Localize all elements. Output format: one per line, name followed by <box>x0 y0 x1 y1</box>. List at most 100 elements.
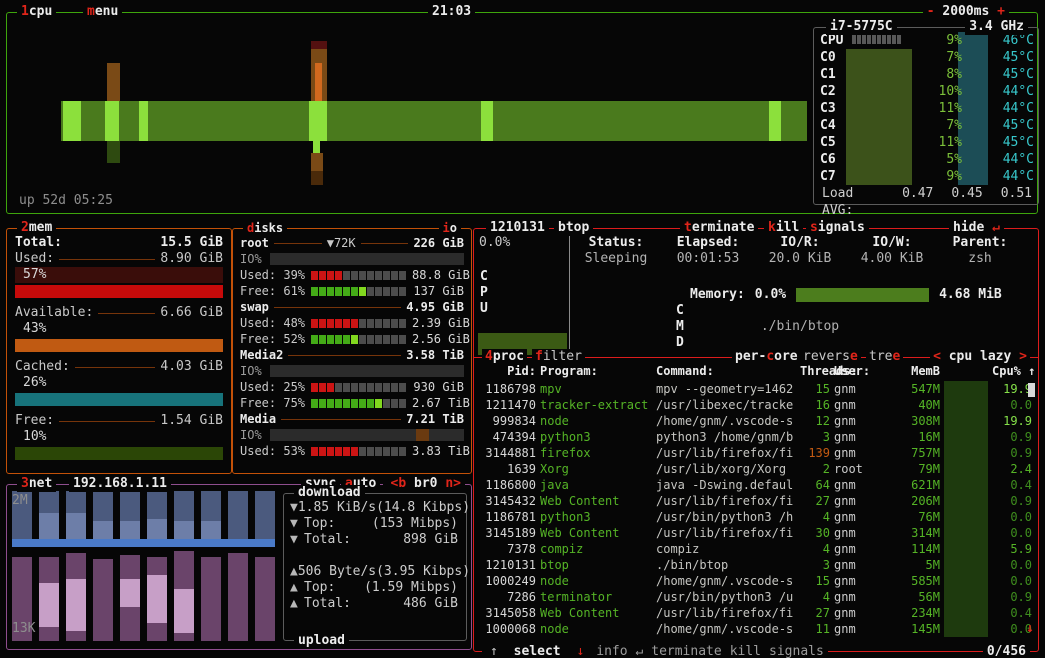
col-pid[interactable]: Pid: <box>478 363 536 379</box>
process-row[interactable]: 1186781python3/usr/bin/python3 /h4gnm76M… <box>474 509 1030 525</box>
process-cpu-graph <box>944 605 988 621</box>
disk-section-header[interactable]: root▼72K226 GiB <box>240 235 464 251</box>
process-command: python3 /home/gnm/b <box>656 429 796 445</box>
cpu-core-row: C47%45°C <box>820 117 1034 134</box>
cpu-graph-segment <box>313 141 320 153</box>
process-user: gnm <box>834 621 880 637</box>
detail-stat-value: zsh <box>938 251 1022 267</box>
col-mem[interactable]: MemB <box>884 363 940 379</box>
disk-meter <box>311 399 406 408</box>
per-core-toggle[interactable]: per-core <box>732 349 801 365</box>
process-row[interactable]: 1000249node/home/gnm/.vscode-s15gnm585M0… <box>474 573 1030 589</box>
process-row[interactable]: 1639Xorg/usr/lib/xorg/Xorg2root79M2.4 <box>474 461 1030 477</box>
process-row[interactable]: 1186800javajava -Dswing.defaul64gnm621M0… <box>474 477 1030 493</box>
net-scale-top: 2M <box>12 493 28 509</box>
download-title: download <box>294 485 365 501</box>
disks-box: disks io root▼72K226 GiBIO%Used: 39%88.8… <box>232 228 472 474</box>
interval-increase-button[interactable]: + <box>997 4 1005 19</box>
tree-toggle[interactable]: tree <box>866 349 903 365</box>
process-command: /usr/bin/python3 /h <box>656 509 796 525</box>
filter-button[interactable]: filter <box>532 349 585 365</box>
core-label: C1 <box>820 66 852 83</box>
mem-body: Total:15.5 GiB Used:8.90 GiB57%Available… <box>7 229 231 460</box>
col-cpu[interactable]: Cpu% ↑ <box>992 363 1032 379</box>
scrollbar-thumb[interactable] <box>1028 383 1035 397</box>
terminate-menu-button[interactable]: terminate <box>647 644 725 658</box>
select-control[interactable]: ↑ select ↓ <box>482 644 592 658</box>
core-meter <box>852 83 918 100</box>
col-command[interactable]: Command: <box>656 363 796 379</box>
mem-box-title[interactable]: 2mem <box>17 220 56 236</box>
disks-box-title[interactable]: disks <box>243 220 287 236</box>
kill-menu-button[interactable]: kill <box>726 644 765 658</box>
reverse-toggle[interactable]: reverse <box>800 349 861 365</box>
process-user: gnm <box>834 541 880 557</box>
disk-row-label: Used: 39% <box>240 267 305 283</box>
process-row[interactable]: 1210131btop./bin/btop3gnm5M0.0 <box>474 557 1030 573</box>
net-box-title[interactable]: 3net <box>17 476 56 492</box>
scroll-down-indicator[interactable]: ↓ <box>1026 621 1034 637</box>
hide-button[interactable]: hide ↵ <box>949 220 1004 236</box>
process-row[interactable]: 1211470tracker-extract/usr/libexec/track… <box>474 397 1030 413</box>
net-scale-bottom: 13K <box>12 621 35 637</box>
process-row[interactable]: 7378compizcompiz4gnm114M5.9 <box>474 541 1030 557</box>
process-cpu-graph <box>944 477 988 493</box>
core-percent: 9% <box>918 168 962 185</box>
terminate-button[interactable]: terminate <box>680 220 758 236</box>
disk-io-row: IO% <box>240 363 464 379</box>
mem-entry-meter <box>15 339 223 352</box>
disk-section-header[interactable]: Media7.21 TiB <box>240 411 464 427</box>
process-threads: 11 <box>800 621 830 637</box>
signals-button[interactable]: signals <box>806 220 869 236</box>
signals-menu-button[interactable]: signals <box>765 644 828 658</box>
interval-decrease-button[interactable]: - <box>927 4 935 19</box>
process-row[interactable]: 3144881firefox/usr/lib/firefox/fi139gnm7… <box>474 445 1030 461</box>
disk-row-label: Used: 25% <box>240 379 305 395</box>
io-mode-button[interactable]: io <box>439 220 461 236</box>
process-name: node <box>540 573 652 589</box>
cpu-box-title[interactable]: 1cpu <box>17 4 56 20</box>
sort-next-arrow[interactable]: > <box>1019 349 1027 364</box>
process-name: firefox <box>540 445 652 461</box>
disk-section-header[interactable]: Media23.58 TiB <box>240 347 464 363</box>
mem-entry-percent: 43% <box>15 321 223 337</box>
sort-column-selector[interactable]: < cpu lazy > <box>930 349 1030 365</box>
process-row[interactable]: 1186798mpvmpv --geometry=146215gnm547M19… <box>474 381 1030 397</box>
col-user[interactable]: User: <box>834 363 880 379</box>
proc-box-title[interactable]: 4proc <box>482 349 527 365</box>
divider-line <box>59 421 155 422</box>
info-button[interactable]: info ↵ <box>592 644 647 658</box>
process-mem: 308M <box>884 413 940 429</box>
sort-prev-arrow[interactable]: < <box>933 349 941 364</box>
load-avg-1: 0.47 <box>902 185 933 202</box>
process-row[interactable]: 3145058Web Content/usr/lib/firefox/fi27g… <box>474 605 1030 621</box>
upload-bar-light <box>147 575 167 623</box>
kill-button[interactable]: kill <box>764 220 803 236</box>
core-label: C5 <box>820 134 852 151</box>
detail-name-title: btop <box>554 220 593 236</box>
disk-section-header[interactable]: swap4.95 GiB <box>240 299 464 315</box>
process-row[interactable]: 3145189Web Content/usr/lib/firefox/fi30g… <box>474 525 1030 541</box>
disk-meter <box>311 319 406 328</box>
net-interface-switcher[interactable]: <b br0 n> <box>387 476 465 492</box>
process-pid: 1186781 <box>478 509 536 525</box>
process-cpu-graph <box>944 589 988 605</box>
core-temp: 45°C <box>996 49 1034 66</box>
process-row[interactable]: 474394python3python3 /home/gnm/b3gnm16M0… <box>474 429 1030 445</box>
core-temp: 44°C <box>996 151 1034 168</box>
process-row[interactable]: 7286terminator/usr/bin/python3 /u4gnm56M… <box>474 589 1030 605</box>
col-threads[interactable]: Threads: <box>800 363 830 379</box>
cpu-graph-segment <box>309 101 327 141</box>
process-mem: 79M <box>884 461 940 477</box>
mem-entry-label: Available: <box>15 305 93 321</box>
process-user: gnm <box>834 589 880 605</box>
mem-entry-value: 1.54 GiB <box>160 413 223 429</box>
core-meter <box>852 117 918 134</box>
process-row[interactable]: 3145432Web Content/usr/lib/firefox/fi27g… <box>474 493 1030 509</box>
process-row[interactable]: 999834node/home/gnm/.vscode-s12gnm308M19… <box>474 413 1030 429</box>
process-command: /home/gnm/.vscode-s <box>656 573 796 589</box>
process-threads: 30 <box>800 525 830 541</box>
menu-button[interactable]: menu <box>83 4 122 20</box>
process-row[interactable]: 1000068node/home/gnm/.vscode-s11gnm145M0… <box>474 621 1030 637</box>
col-program[interactable]: Program: <box>540 363 652 379</box>
